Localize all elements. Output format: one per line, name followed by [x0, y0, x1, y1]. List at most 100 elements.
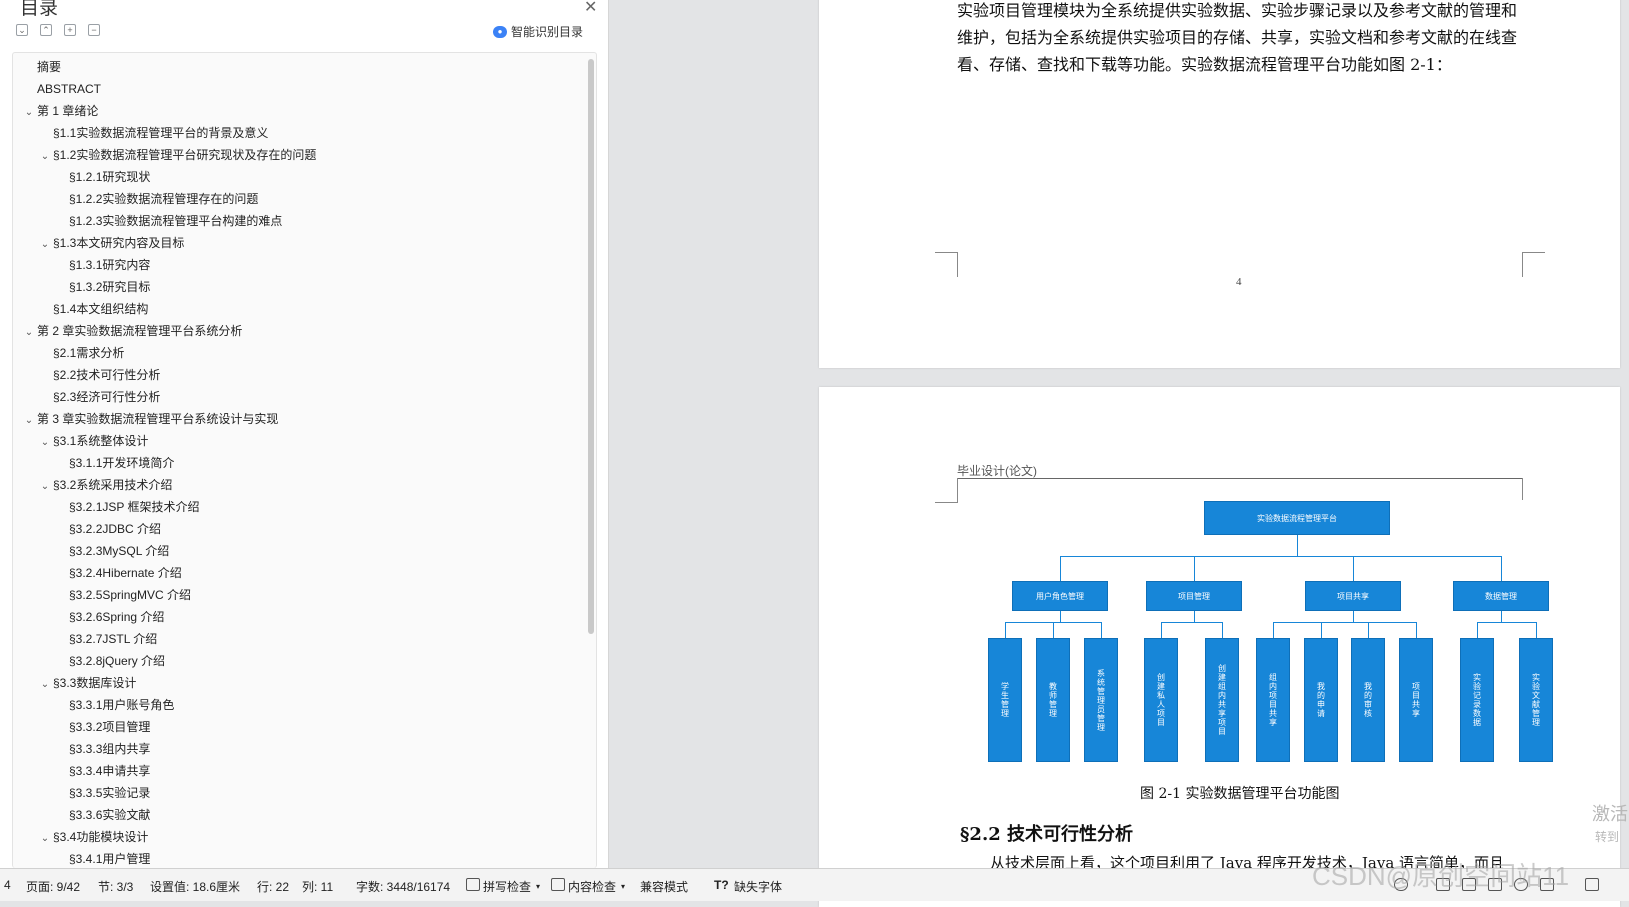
diagram-group-box: 数据管理: [1453, 581, 1549, 611]
spell-check-button[interactable]: 拼写检查: [483, 878, 531, 895]
toc-item[interactable]: ⌄ 第 2 章实验数据流程管理平台系统分析: [21, 321, 243, 343]
toc-item[interactable]: §3.2.5SpringMVC 介绍: [53, 585, 191, 605]
chevron-down-icon[interactable]: ⌄: [37, 235, 53, 255]
toc-item[interactable]: §3.2.2JDBC 介绍: [53, 519, 161, 539]
chevron-down-icon[interactable]: ▾: [536, 882, 540, 891]
chevron-down-icon[interactable]: ⌄: [37, 433, 53, 453]
chevron-down-icon[interactable]: ⌄: [37, 477, 53, 497]
diagram-leaf-box: 创建组内共享项目: [1205, 638, 1239, 762]
toc-item[interactable]: §1.2.2实验数据流程管理存在的问题: [53, 189, 258, 209]
remove-level-icon[interactable]: −: [88, 24, 100, 36]
toc-item[interactable]: §3.2.6Spring 介绍: [53, 607, 164, 627]
toc-item[interactable]: §3.1.1开发环境简介: [53, 453, 174, 473]
toc-item[interactable]: §3.3.2项目管理: [53, 717, 150, 737]
diagram-leaf-box: 创建私人项目: [1144, 638, 1178, 762]
toc-item[interactable]: §3.2.3MySQL 介绍: [53, 541, 169, 561]
connector-line: [1353, 556, 1354, 581]
chevron-down-icon[interactable]: ▾: [621, 882, 625, 891]
toc-item-label: §3.2.3MySQL 介绍: [69, 544, 170, 558]
toc-item-label: 第 3 章实验数据流程管理平台系统设计与实现: [37, 412, 279, 426]
add-level-icon[interactable]: +: [64, 24, 76, 36]
smart-toc-button[interactable]: ● 智能识别目录: [492, 23, 583, 40]
chevron-down-icon[interactable]: ⌄: [21, 323, 37, 343]
toc-item[interactable]: §2.2技术可行性分析: [37, 365, 160, 385]
toc-item[interactable]: ⌄ §3.3数据库设计: [37, 673, 137, 695]
connector-line: [1477, 622, 1478, 638]
toc-item[interactable]: §3.3.5实验记录: [53, 783, 150, 803]
section-indicator[interactable]: 节: 3/3: [98, 878, 133, 895]
toc-item[interactable]: §3.3.3组内共享: [53, 739, 150, 759]
page-indicator[interactable]: 页面: 9/42: [26, 878, 80, 895]
diagram-leaf-box: 实验文献管理: [1519, 638, 1553, 762]
toc-item[interactable]: §3.2.8jQuery 介绍: [53, 651, 165, 671]
chevron-down-icon[interactable]: ⌄: [37, 675, 53, 695]
connector-line: [1053, 622, 1054, 638]
chevron-down-icon[interactable]: ⌄: [37, 147, 53, 167]
toc-item[interactable]: §1.1实验数据流程管理平台的背景及意义: [37, 123, 268, 143]
content-check-button[interactable]: 内容检查: [568, 878, 616, 895]
setting-indicator[interactable]: 设置值: 18.6厘米: [150, 878, 240, 895]
toc-item[interactable]: §3.3.1用户账号角色: [53, 695, 174, 715]
connector-line: [1005, 622, 1006, 638]
toc-item[interactable]: ⌄ 第 3 章实验数据流程管理平台系统设计与实现: [21, 409, 279, 431]
toc-item[interactable]: ⌄ §1.3本文研究内容及目标: [37, 233, 185, 255]
connector-line: [1501, 611, 1502, 622]
diagram-group-box: 项目管理: [1146, 581, 1242, 611]
crop-mark: [935, 478, 958, 503]
collapse-all-icon[interactable]: ⌃: [40, 24, 52, 36]
toc-item[interactable]: §3.3.4申请共享: [53, 761, 150, 781]
fit-page-icon[interactable]: [1585, 878, 1599, 891]
connector-line: [1501, 556, 1502, 581]
toc-item-label: §3.3.2项目管理: [69, 720, 151, 734]
toc-item[interactable]: §1.4本文组织结构: [37, 299, 148, 319]
page-header-text: 毕业设计(论文): [957, 464, 1037, 478]
toc-item[interactable]: §2.3经济可行性分析: [37, 387, 160, 407]
connector-line: [1161, 622, 1222, 623]
crop-mark: [935, 252, 958, 277]
toc-item[interactable]: §3.2.4Hibernate 介绍: [53, 563, 182, 583]
toc-item[interactable]: ⌄ §3.2系统采用技术介绍: [37, 475, 173, 497]
toc-item[interactable]: ABSTRACT: [21, 79, 101, 99]
diagram-leaf-box: 实验记录数据: [1460, 638, 1494, 762]
connector-line: [1161, 622, 1162, 638]
missing-font-button[interactable]: 缺失字体: [734, 878, 782, 895]
toc-item[interactable]: §1.2.1研究现状: [53, 167, 150, 187]
chevron-down-icon[interactable]: ⌄: [21, 411, 37, 431]
toc-item[interactable]: §3.2.7JSTL 介绍: [53, 629, 157, 649]
connector-line: [1060, 556, 1061, 581]
connector-line: [1060, 611, 1061, 622]
toc-item[interactable]: §2.1需求分析: [37, 343, 124, 363]
chevron-down-icon[interactable]: ⌄: [37, 829, 53, 849]
col-indicator: 列: 11: [302, 880, 334, 894]
toc-item-label: 第 2 章实验数据流程管理平台系统分析: [37, 324, 243, 338]
toc-scrollbar[interactable]: [588, 59, 594, 634]
activation-overlay-sub: 转到: [1595, 830, 1620, 844]
toc-item[interactable]: §3.4.1用户管理: [53, 849, 150, 868]
toc-item[interactable]: §3.3.6实验文献: [53, 805, 150, 825]
toc-item[interactable]: §1.3.2研究目标: [53, 277, 150, 297]
toc-item[interactable]: §3.2.1JSP 框架技术介绍: [53, 497, 200, 517]
diagram-leaf-box: 学生管理: [988, 638, 1022, 762]
toc-title: 目录: [20, 0, 59, 19]
toc-item-label: §2.1需求分析: [53, 346, 125, 360]
toc-item[interactable]: §1.2.3实验数据流程管理平台构建的难点: [53, 211, 282, 231]
close-icon[interactable]: ✕: [584, 0, 597, 17]
toc-item-label: §1.3.1研究内容: [69, 258, 151, 272]
toc-item[interactable]: ⌄ §3.4功能模块设计: [37, 827, 149, 849]
toc-item[interactable]: ⌄ §1.2实验数据流程管理平台研究现状及存在的问题: [37, 145, 317, 167]
toc-item-label: §3.1系统整体设计: [53, 434, 149, 448]
chevron-down-icon[interactable]: ⌄: [21, 103, 37, 123]
section-heading: §2.2 技术可行性分析: [960, 824, 1133, 845]
expand-all-icon[interactable]: ⌄: [16, 24, 28, 36]
toc-item[interactable]: §1.3.1研究内容: [53, 255, 150, 275]
toc-item[interactable]: ⌄ §3.1系统整体设计: [37, 431, 149, 453]
toc-item-label: ABSTRACT: [37, 82, 102, 96]
word-count[interactable]: 字数: 3448/16174: [356, 878, 450, 895]
toc-item-label: §1.2.2实验数据流程管理存在的问题: [69, 192, 259, 206]
toc-item[interactable]: 摘要: [21, 57, 61, 77]
connector-line: [1368, 622, 1369, 638]
toc-item-label: §3.2.1JSP 框架技术介绍: [69, 500, 200, 514]
toc-item-label: §3.2.7JSTL 介绍: [69, 632, 158, 646]
toc-item[interactable]: ⌄ 第 1 章绪论: [21, 101, 99, 123]
content-check-icon: [551, 878, 565, 891]
